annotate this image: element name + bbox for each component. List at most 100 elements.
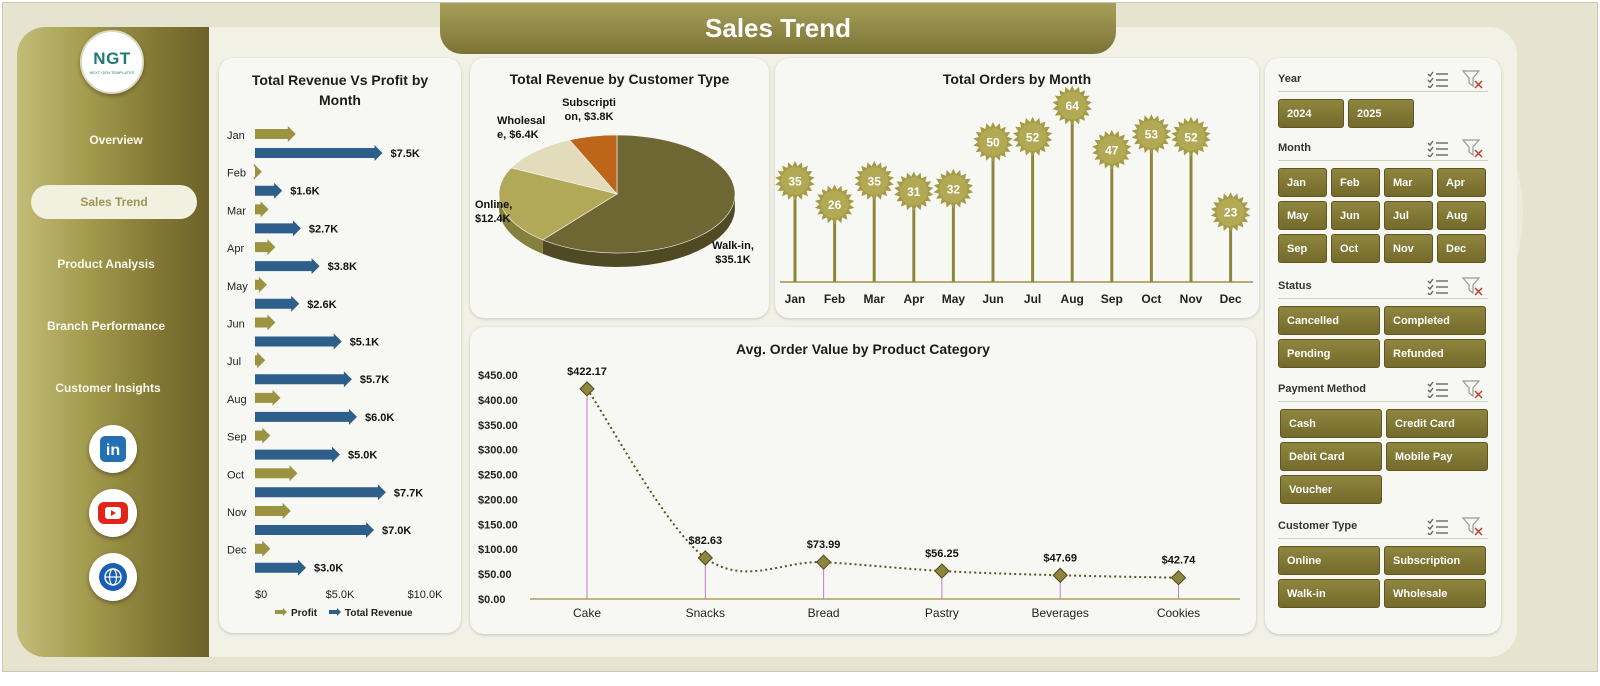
month-tick-label: Mar <box>227 205 246 217</box>
revenue-data-label: $5.7K <box>360 374 389 386</box>
month-tick-label: Oct <box>1141 292 1161 306</box>
clear-filter-icon[interactable] <box>1462 69 1484 89</box>
avg-order-line <box>586 388 1179 579</box>
filter-option-month[interactable]: Dec <box>1437 234 1486 263</box>
filter-option-month[interactable]: Sep <box>1278 234 1327 263</box>
avg-order-point <box>1170 570 1187 586</box>
revenue-data-label: $3.8K <box>328 261 357 273</box>
revenue-profit-chart: Jan $7.5K Feb $1.6K Mar $2.7K Apr $3.8K May $2.6K… <box>227 126 443 619</box>
profit-bar <box>255 465 298 482</box>
profit-bar <box>255 201 269 218</box>
linkedin-icon-text: in <box>106 442 120 459</box>
linkedin-button[interactable]: in <box>89 425 137 473</box>
multi-select-icon[interactable] <box>1427 139 1449 157</box>
filter-option-status[interactable]: Refunded <box>1384 339 1486 368</box>
profit-bar <box>255 276 267 293</box>
order-data-label: 52 <box>1184 130 1198 144</box>
month-tick-label: Nov <box>227 507 247 519</box>
month-tick-label: Feb <box>227 168 246 180</box>
filter-divider <box>1278 298 1488 299</box>
category-tick-label: Cookies <box>1157 606 1200 620</box>
legend-revenue-label: Total Revenue <box>345 608 413 619</box>
filter-option-status[interactable]: Pending <box>1278 339 1380 368</box>
filter-option-customer[interactable]: Wholesale <box>1384 579 1486 608</box>
clear-filter-icon[interactable] <box>1462 379 1484 399</box>
filter-option-month[interactable]: Jul <box>1384 201 1433 230</box>
filter-option-customer[interactable]: Walk-in <box>1278 579 1380 608</box>
profit-bar <box>255 314 276 331</box>
month-tick-label: Jul <box>227 356 241 368</box>
clear-filter-icon[interactable] <box>1462 516 1484 536</box>
month-tick-label: Jan <box>227 130 245 142</box>
order-data-label: 47 <box>1105 143 1119 157</box>
y-tick-label: $50.00 <box>478 569 512 581</box>
customer-type-card: Total Revenue by Customer Type Walk-in, $… <box>470 58 769 318</box>
revenue-bar <box>255 446 340 463</box>
filter-option-month[interactable]: Apr <box>1437 168 1486 197</box>
order-data-label: 26 <box>828 198 842 212</box>
avg-order-data-label: $82.63 <box>688 535 722 547</box>
pie-data-label: Online, <box>475 199 512 211</box>
filter-option-payment[interactable]: Debit Card <box>1280 442 1382 471</box>
revenue-data-label: $7.0K <box>382 525 411 537</box>
y-tick-label: $100.00 <box>478 544 518 556</box>
filter-option-year[interactable]: 2024 <box>1278 99 1344 128</box>
profit-bar <box>255 503 291 519</box>
filter-option-payment[interactable]: Mobile Pay <box>1386 442 1488 471</box>
filter-option-status[interactable]: Completed <box>1384 306 1486 335</box>
multi-select-icon[interactable] <box>1427 517 1449 535</box>
profit-bar <box>255 427 271 444</box>
filter-option-payment[interactable]: Credit Card <box>1386 409 1488 438</box>
order-data-label: 64 <box>1066 99 1080 113</box>
filter-option-customer[interactable]: Subscription <box>1384 546 1486 575</box>
profit-bar <box>255 352 266 369</box>
sidebar-item-sales-trend[interactable]: Sales Trend <box>31 185 197 219</box>
filter-option-year[interactable]: 2025 <box>1348 99 1414 128</box>
filter-option-status[interactable]: Cancelled <box>1278 306 1380 335</box>
sidebar-item-customer-insights[interactable]: Customer Insights <box>25 371 191 405</box>
revenue-bar <box>255 559 306 576</box>
multi-select-icon[interactable] <box>1427 277 1449 295</box>
month-tick-label: Jun <box>227 319 245 331</box>
multi-select-icon[interactable] <box>1427 380 1449 398</box>
filter-option-customer[interactable]: Online <box>1278 546 1380 575</box>
filter-option-month[interactable]: Nov <box>1384 234 1433 263</box>
web-button[interactable] <box>89 553 137 601</box>
filter-option-payment[interactable]: Voucher <box>1280 475 1382 504</box>
clear-filter-icon[interactable] <box>1462 138 1484 158</box>
pie-data-label: Walk-in, <box>712 240 754 252</box>
clear-filter-icon[interactable] <box>1462 276 1484 296</box>
revenue-bar <box>255 522 374 538</box>
revenue-data-label: $5.0K <box>348 450 377 462</box>
page-title: Sales Trend <box>440 3 1116 54</box>
filter-option-month[interactable]: Aug <box>1437 201 1486 230</box>
sidebar-item-label: Customer Insights <box>55 381 161 395</box>
category-tick-label: Pastry <box>925 606 959 620</box>
filter-option-month[interactable]: Jun <box>1331 201 1380 230</box>
month-tick-label: Apr <box>227 243 244 255</box>
month-tick-label: Sep <box>227 432 247 444</box>
filter-option-month[interactable]: Feb <box>1331 168 1380 197</box>
sidebar-item-label: Branch Performance <box>46 319 166 333</box>
order-data-label: 50 <box>986 136 1000 150</box>
filter-option-month[interactable]: Jan <box>1278 168 1327 197</box>
y-tick-label: $200.00 <box>478 494 518 506</box>
multi-select-icon[interactable] <box>1427 70 1449 88</box>
pie-data-label: on, $3.8K <box>565 111 614 123</box>
filter-option-month[interactable]: May <box>1278 201 1327 230</box>
filter-option-payment[interactable]: Cash <box>1280 409 1382 438</box>
sidebar-item-branch-performance[interactable]: Branch Performance <box>23 309 189 343</box>
pie-data-label: $35.1K <box>715 254 751 266</box>
filter-panel: Year 2024 2025 Month Jan Feb Mar Apr May Jun Jul Au… <box>1265 58 1501 634</box>
filter-option-month[interactable]: Oct <box>1331 234 1380 263</box>
avg-order-point <box>1052 567 1068 583</box>
y-tick-label: $400.00 <box>478 395 518 407</box>
youtube-button[interactable] <box>89 489 137 537</box>
filter-option-month[interactable]: Mar <box>1384 168 1433 197</box>
profit-bar <box>255 126 296 142</box>
pie-data-label: Wholesal <box>497 115 545 127</box>
sidebar-item-product-analysis[interactable]: Product Analysis <box>23 247 189 281</box>
sidebar-item-overview[interactable]: Overview <box>33 123 199 157</box>
legend-profit-marker <box>275 608 287 616</box>
month-tick-label: May <box>227 281 248 293</box>
